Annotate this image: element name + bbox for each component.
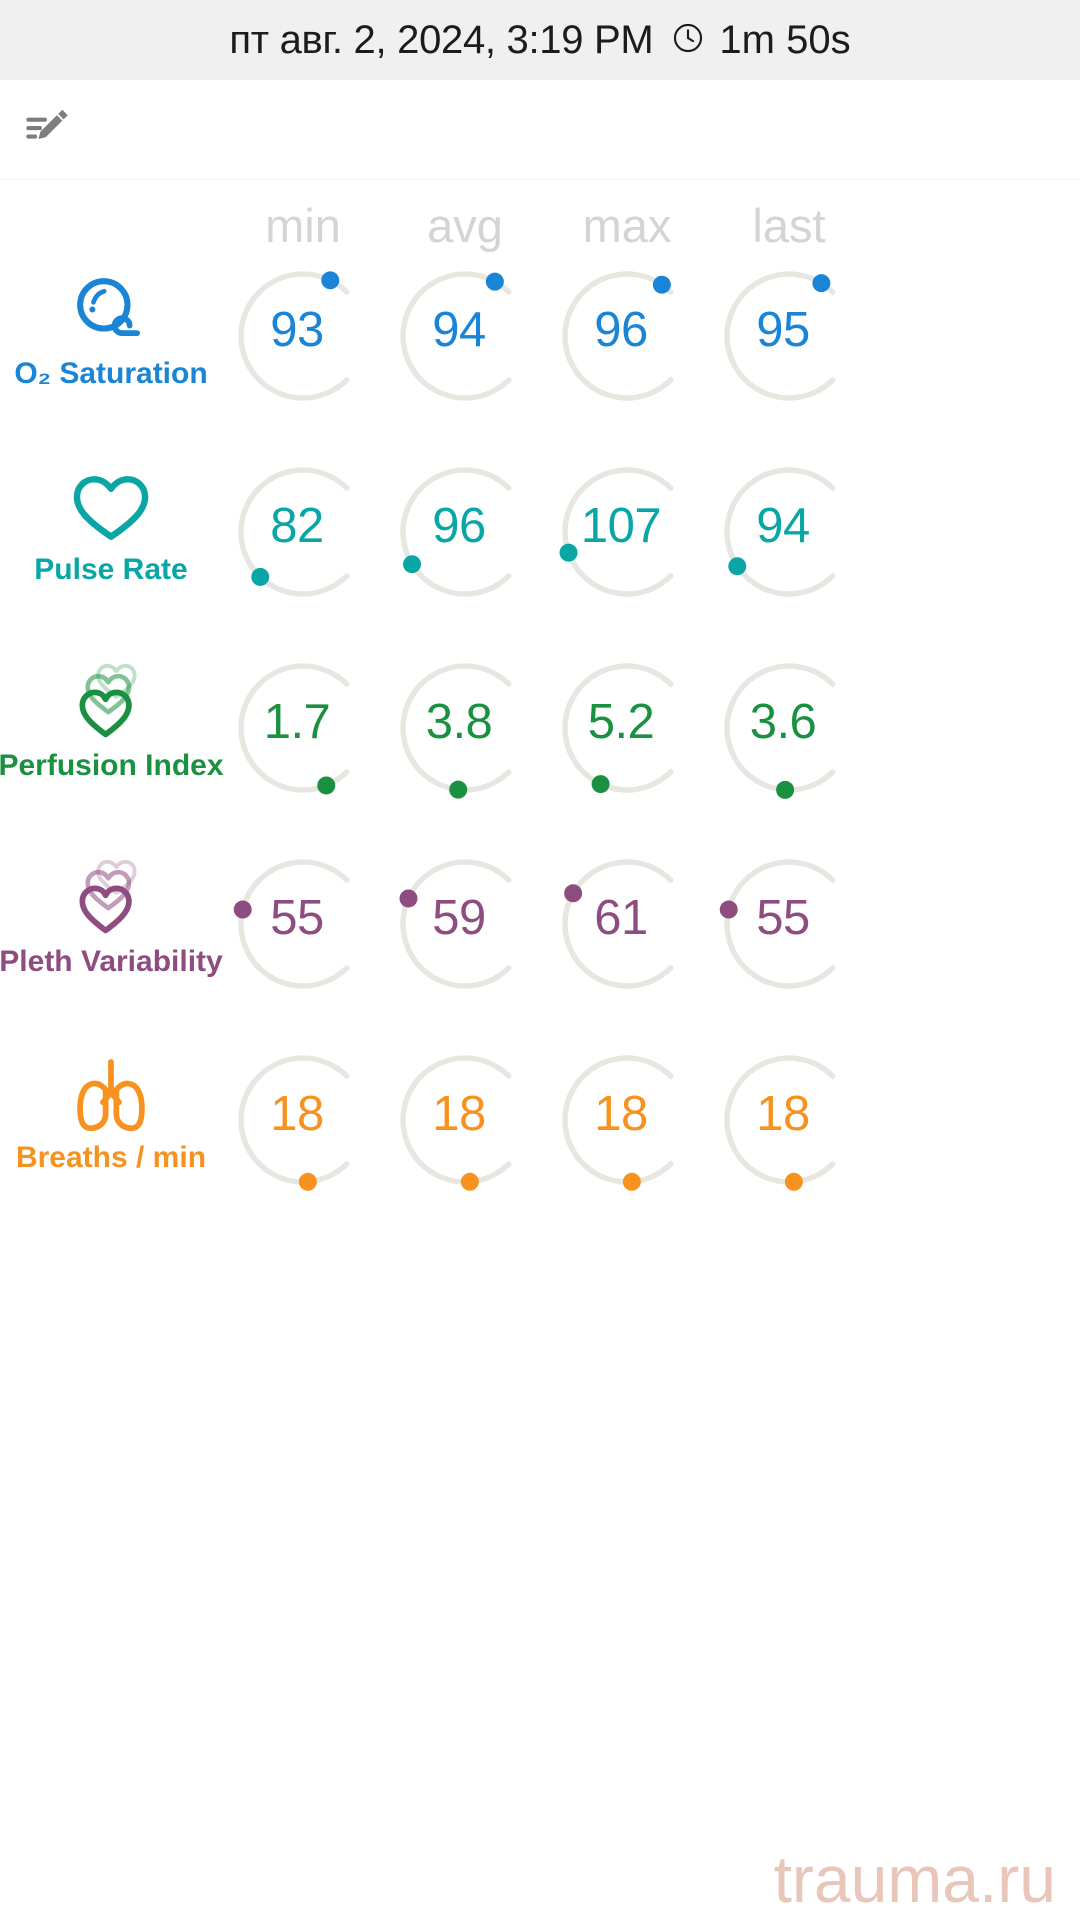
gauge-cell-pulse-rate-last[interactable]: 94	[708, 451, 870, 647]
gauge-cell-breaths-per-min-avg[interactable]: 18	[384, 1039, 546, 1235]
gauge-value-pleth-variability-avg: 59	[432, 890, 486, 945]
toolbar	[0, 80, 1080, 180]
vital-label-cell-pleth-variability: Pleth Variability	[0, 843, 223, 1039]
vital-row: O₂ Saturation 93 94 96 95	[0, 255, 1080, 451]
gauge-value-perfusion-index-last: 3.6	[749, 694, 817, 749]
vitals-table: O₂ Saturation 93 94 96 95 Pulse Rate 82 96 107 94…	[0, 255, 1080, 1235]
gauge-cell-breaths-per-min-max[interactable]: 18	[546, 1039, 708, 1235]
gauge-cell-pulse-rate-max[interactable]: 107	[546, 451, 708, 647]
gauge-cell-pulse-rate-min[interactable]: 82	[222, 451, 384, 647]
gauge-cell-breaths-per-min-min[interactable]: 18	[222, 1039, 384, 1235]
vital-label-pulse-rate: Pulse Rate	[34, 553, 188, 586]
gauge-cell-pleth-variability-last[interactable]: 55	[708, 843, 870, 1039]
heart-outline-icon	[68, 465, 154, 551]
gauge-value-pleth-variability-max: 61	[594, 890, 648, 945]
vital-label-pleth-variability: Pleth Variability	[0, 945, 223, 978]
vital-label-cell-pulse-rate: Pulse Rate	[0, 451, 222, 647]
gauge-value-pulse-rate-min: 82	[270, 498, 324, 553]
vital-row: Breaths / min 18 18 18 18	[0, 1039, 1080, 1235]
vital-row: Pulse Rate 82 96 107 94	[0, 451, 1080, 647]
column-header-last: last	[752, 199, 826, 252]
gauge-value-pulse-rate-max: 107	[580, 498, 662, 553]
gauge-cell-o2-saturation-last[interactable]: 95	[708, 255, 870, 451]
column-header-avg: avg	[427, 199, 503, 252]
gauge-value-o2-saturation-last: 95	[756, 302, 810, 357]
gauge-cell-pulse-rate-avg[interactable]: 96	[384, 451, 546, 647]
gauge-value-pulse-rate-last: 94	[756, 498, 810, 553]
gauge-cell-perfusion-index-max[interactable]: 5.2	[546, 647, 708, 843]
vital-label-perfusion-index: Perfusion Index	[0, 749, 224, 782]
gauge-cell-breaths-per-min-last[interactable]: 18	[708, 1039, 870, 1235]
gauge-value-o2-saturation-max: 96	[594, 302, 648, 357]
gauge-cell-perfusion-index-min[interactable]: 1.7	[222, 647, 384, 843]
nested-hearts-icon	[68, 661, 154, 747]
gauge-cell-perfusion-index-last[interactable]: 3.6	[708, 647, 870, 843]
gauge-cell-o2-saturation-min[interactable]: 93	[222, 255, 384, 451]
session-duration: 1m 50s	[719, 17, 851, 62]
gauge-cell-pleth-variability-max[interactable]: 61	[546, 843, 708, 1039]
gauge-cell-o2-saturation-avg[interactable]: 94	[384, 255, 546, 451]
edit-note-icon[interactable]	[22, 102, 74, 154]
gauge-value-breaths-per-min-max: 18	[594, 1086, 648, 1141]
oxygen-molecule-icon	[68, 269, 154, 355]
column-header-min: min	[265, 199, 341, 252]
vital-label-o2-saturation: O₂ Saturation	[14, 357, 208, 390]
gauge-cell-pleth-variability-avg[interactable]: 59	[384, 843, 546, 1039]
column-header-max: max	[582, 199, 672, 252]
gauge-value-o2-saturation-min: 93	[270, 302, 324, 357]
gauge-cell-perfusion-index-avg[interactable]: 3.8	[384, 647, 546, 843]
gauge-cell-pleth-variability-min[interactable]: 55	[222, 843, 384, 1039]
vital-label-cell-perfusion-index: Perfusion Index	[0, 647, 224, 843]
gauge-value-o2-saturation-avg: 94	[432, 302, 486, 357]
header-bar: пт авг. 2, 2024, 3:19 PM 1m 50s	[0, 0, 1080, 80]
gauge-value-perfusion-index-max: 5.2	[587, 694, 655, 749]
lungs-icon	[68, 1053, 154, 1139]
vital-row: Pleth Variability 55 59 61 55	[0, 843, 1080, 1039]
gauge-value-perfusion-index-avg: 3.8	[425, 694, 493, 749]
watermark: trauma.ru	[773, 1842, 1056, 1916]
column-header-row: min avg max last	[0, 202, 1080, 249]
clock-icon	[671, 21, 705, 60]
vital-label-breaths-per-min: Breaths / min	[15, 1141, 207, 1174]
gauge-value-breaths-per-min-last: 18	[756, 1086, 810, 1141]
gauge-cell-o2-saturation-max[interactable]: 96	[546, 255, 708, 451]
vital-label-cell-o2-saturation: O₂ Saturation	[0, 255, 222, 451]
gauge-value-breaths-per-min-avg: 18	[432, 1086, 486, 1141]
vital-label-cell-breaths-per-min: Breaths / min	[0, 1039, 222, 1235]
gauge-value-perfusion-index-min: 1.7	[263, 694, 331, 749]
gauge-value-breaths-per-min-min: 18	[270, 1086, 324, 1141]
gauge-value-pleth-variability-last: 55	[756, 890, 810, 945]
gauge-value-pulse-rate-avg: 96	[432, 498, 486, 553]
vital-row: Perfusion Index 1.7 3.8 5.2 3.6	[0, 647, 1080, 843]
nested-hearts-icon	[68, 857, 154, 943]
session-datetime: пт авг. 2, 2024, 3:19 PM	[229, 17, 654, 62]
gauge-value-pleth-variability-min: 55	[270, 890, 324, 945]
